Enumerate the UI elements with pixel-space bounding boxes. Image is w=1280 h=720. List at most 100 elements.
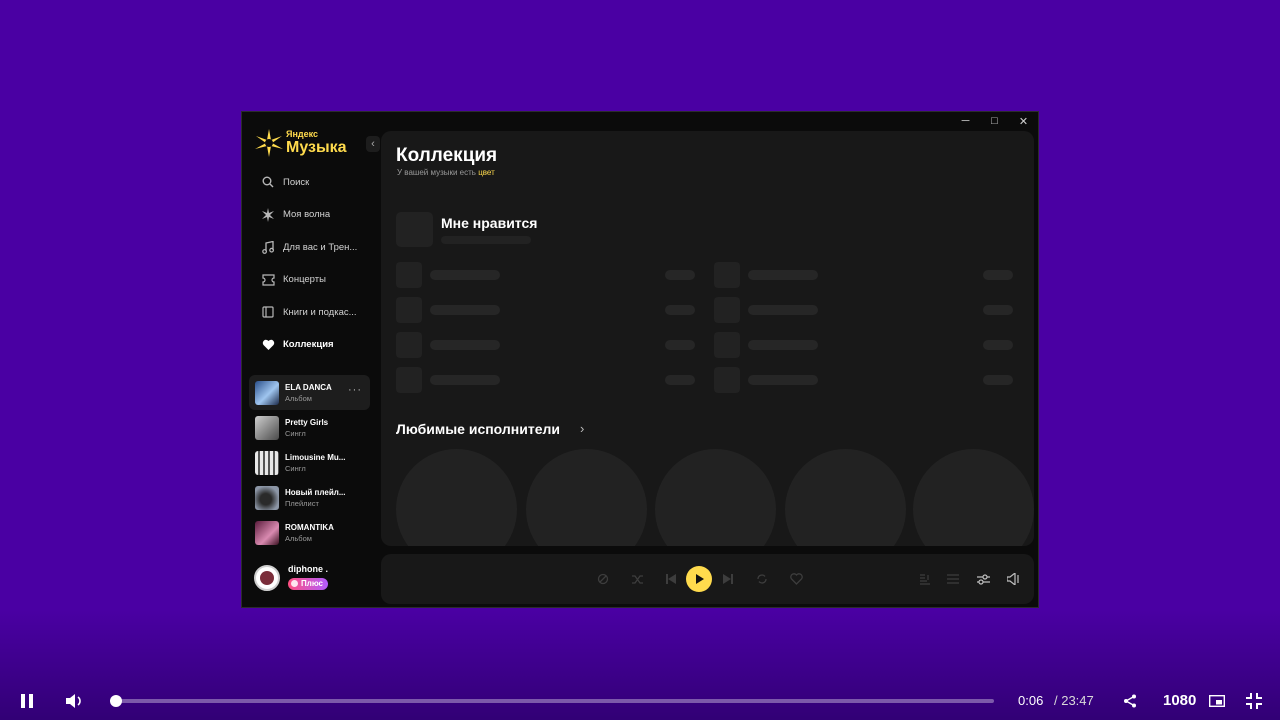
minimize-button[interactable]: ─ <box>951 112 980 130</box>
album-cover <box>255 380 279 405</box>
nav-item-collection[interactable]: Коллекция <box>242 329 379 362</box>
profile-info: diphone . Плюс <box>288 564 329 592</box>
track-skeleton-cover <box>714 297 740 323</box>
track-skeleton-cover <box>714 367 740 393</box>
username: diphone . <box>288 564 328 574</box>
library-item[interactable]: Новый плейл... Плейлист <box>249 480 370 515</box>
track-skeleton-title <box>430 340 500 350</box>
library-item-type: Альбом <box>285 393 312 403</box>
maximize-button[interactable]: □ <box>980 112 1009 130</box>
next-icon[interactable] <box>719 570 737 588</box>
heart-icon <box>261 338 275 352</box>
yandex-music-star-icon <box>255 129 283 157</box>
seek-handle[interactable] <box>109 695 122 707</box>
avatar-image <box>260 571 274 585</box>
volume-icon[interactable] <box>1004 570 1022 588</box>
nav-item-search[interactable]: Поиск <box>242 166 379 199</box>
liked-tracks-cover[interactable] <box>396 212 433 247</box>
shuffle-icon[interactable] <box>628 570 646 588</box>
previous-icon[interactable] <box>662 570 680 588</box>
track-skeleton-cover <box>396 332 422 358</box>
nav-label: Концерты <box>283 274 326 286</box>
library-item-text: ROMANTIKA Альбом <box>285 523 334 543</box>
music-note-icon <box>261 240 275 254</box>
track-skeleton-duration <box>983 340 1013 350</box>
volume-button[interactable] <box>65 692 85 710</box>
logo-brand: Яндекс <box>286 129 319 139</box>
book-icon <box>261 305 275 319</box>
page-title: Коллекция <box>396 145 498 166</box>
library-item[interactable]: Pretty Girls Сингл <box>249 410 370 445</box>
share-button[interactable] <box>1122 693 1138 709</box>
subtitle-accent-link[interactable]: цвет <box>478 168 495 177</box>
exit-fullscreen-icon <box>1246 693 1262 709</box>
track-skeleton-duration <box>665 305 695 315</box>
track-skeleton-cover <box>396 262 422 288</box>
plus-badge[interactable]: Плюс <box>288 577 329 590</box>
close-button[interactable]: ✕ <box>1009 112 1038 130</box>
library-item-title: Limousine Mu... <box>285 452 345 462</box>
nav-item-books-podcasts[interactable]: Книги и подкас... <box>242 296 379 329</box>
queue-icon[interactable] <box>944 570 962 588</box>
exit-fullscreen-button[interactable] <box>1245 692 1263 710</box>
seek-bar[interactable] <box>109 695 994 707</box>
collapse-sidebar-button[interactable]: ‹ <box>366 136 380 152</box>
miniplayer-icon <box>1209 695 1225 707</box>
track-skeleton-title <box>430 270 500 280</box>
logo-text: Яндекс Музыка <box>286 130 347 156</box>
nav-label: Поиск <box>283 176 310 188</box>
wave-icon <box>261 207 275 222</box>
library-item-title: ELA DANCA <box>285 382 332 392</box>
library-item[interactable]: ELA DANCA Альбом ··· <box>249 375 370 410</box>
page-subtitle: У вашей музыки есть цвет <box>397 168 495 177</box>
nav-item-my-wave[interactable]: Моя волна <box>242 199 379 232</box>
quality-selector[interactable]: 1080 <box>1163 692 1196 709</box>
liked-tracks-title[interactable]: Мне нравится <box>441 215 537 231</box>
more-options-icon[interactable]: ··· <box>348 384 362 396</box>
library-item-text: Pretty Girls Сингл <box>285 418 328 438</box>
track-skeleton-title <box>748 270 818 280</box>
app-logo[interactable]: Яндекс Музыка <box>254 128 347 158</box>
track-skeleton-title <box>748 340 818 350</box>
library-item-type: Плейлист <box>285 498 319 508</box>
repeat-icon[interactable] <box>753 570 771 588</box>
track-skeleton-cover <box>714 262 740 288</box>
search-icon <box>261 175 275 189</box>
favorite-artists-title[interactable]: Любимые исполнители <box>396 421 560 437</box>
library-item[interactable]: ROMANTIKA Альбом <box>249 515 370 550</box>
pause-button[interactable] <box>18 692 36 710</box>
dislike-icon[interactable] <box>594 570 612 588</box>
play-icon <box>696 574 704 584</box>
nav-item-concerts[interactable]: Концерты <box>242 264 379 297</box>
like-icon[interactable] <box>787 570 805 588</box>
artist-skeleton <box>785 449 906 546</box>
settings-icon[interactable] <box>974 570 992 588</box>
album-cover <box>255 450 279 475</box>
album-cover <box>255 520 279 545</box>
chevron-right-icon[interactable]: › <box>580 421 584 436</box>
logo-product: Музыка <box>286 139 347 156</box>
user-profile[interactable]: diphone . Плюс <box>254 564 329 592</box>
nav-item-for-you[interactable]: Для вас и Трен... <box>242 231 379 264</box>
library-item-text: ELA DANCA Альбом <box>285 383 332 403</box>
library-item-text: Новый плейл... Плейлист <box>285 488 345 508</box>
library-item-type: Сингл <box>285 428 306 438</box>
track-skeleton-duration <box>983 270 1013 280</box>
track-skeleton-title <box>430 305 500 315</box>
artist-skeleton <box>913 449 1034 546</box>
library-item-title: Pretty Girls <box>285 417 329 427</box>
library-item[interactable]: Limousine Mu... Сингл <box>249 445 370 480</box>
time-current: 0:06 <box>1018 693 1044 708</box>
play-button[interactable] <box>686 566 712 592</box>
plus-icon <box>291 580 298 587</box>
skeleton-line <box>441 236 531 244</box>
track-skeleton-title <box>748 305 818 315</box>
miniplayer-button[interactable] <box>1208 693 1226 709</box>
library-item-type: Альбом <box>285 533 312 543</box>
lyrics-icon[interactable] <box>916 570 934 588</box>
window-controls: ─ □ ✕ <box>951 112 1038 130</box>
sidebar: Яндекс Музыка ‹ Поиск Моя волна Для вас … <box>242 112 380 607</box>
track-skeleton-duration <box>665 340 695 350</box>
library-list: ELA DANCA Альбом ··· Pretty Girls Сингл … <box>249 375 370 550</box>
share-icon <box>1124 694 1136 708</box>
